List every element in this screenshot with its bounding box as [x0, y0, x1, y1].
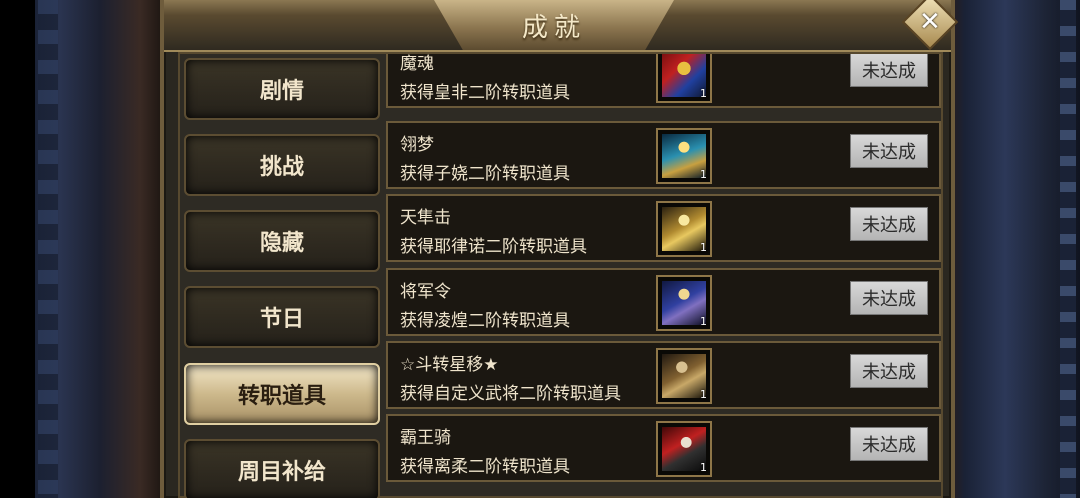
achievement-desc: 获得凌煌二阶转职道具	[400, 311, 570, 331]
achievement-desc: 获得皇非二阶转职道具	[400, 83, 570, 103]
achievement-list[interactable]: 魔魂 获得皇非二阶转职道具 1 未达成 翎梦 获得子娆二阶转职道具 1 未达成 …	[386, 54, 941, 496]
achievement-panel: 成就 ✕ 剧情 挑战 隐藏 节日 转职道具 周目补给 魔魂 获得皇非二阶转职道具…	[160, 0, 959, 498]
achievement-desc: 获得离柔二阶转职道具	[400, 457, 570, 477]
tab-festival[interactable]: 节日	[184, 286, 380, 348]
item-icon[interactable]: 1	[656, 128, 712, 184]
tab-cycle-supply[interactable]: 周目补给	[184, 439, 380, 498]
item-icon[interactable]: 1	[656, 201, 712, 257]
content-area: 剧情 挑战 隐藏 节日 转职道具 周目补给 魔魂 获得皇非二阶转职道具 1 未达…	[178, 52, 943, 498]
status-button[interactable]: 未达成	[850, 354, 928, 388]
background-right	[945, 0, 1080, 498]
achievement-name: ☆斗转星移★	[400, 355, 499, 375]
achievement-row: ☆斗转星移★ 获得自定义武将二阶转职道具 1 未达成	[386, 341, 941, 409]
tab-challenge[interactable]: 挑战	[184, 134, 380, 196]
item-quantity: 1	[700, 168, 707, 181]
item-icon[interactable]: 1	[656, 54, 712, 103]
page-title: 成就	[521, 12, 586, 43]
tab-job-items[interactable]: 转职道具	[184, 363, 380, 425]
achievement-row: 霸王骑 获得离柔二阶转职道具 1 未达成	[386, 414, 941, 482]
background-left	[0, 0, 165, 498]
achievement-name: 魔魂	[400, 54, 434, 74]
item-quantity: 1	[700, 315, 707, 328]
tab-story[interactable]: 剧情	[184, 58, 380, 120]
achievement-name: 霸王骑	[400, 428, 451, 448]
close-icon: ✕	[919, 6, 941, 37]
item-quantity: 1	[700, 241, 707, 254]
item-icon[interactable]: 1	[656, 348, 712, 404]
achievement-name: 将军令	[400, 282, 451, 302]
achievement-desc: 获得子娆二阶转职道具	[400, 164, 570, 184]
item-quantity: 1	[700, 388, 707, 401]
achievement-row: 天隼击 获得耶律诺二阶转职道具 1 未达成	[386, 194, 941, 262]
achievement-row: 将军令 获得凌煌二阶转职道具 1 未达成	[386, 268, 941, 336]
achievement-row: 翎梦 获得子娆二阶转职道具 1 未达成	[386, 121, 941, 189]
achievement-desc: 获得自定义武将二阶转职道具	[400, 384, 621, 404]
item-quantity: 1	[700, 461, 707, 474]
item-icon[interactable]: 1	[656, 275, 712, 331]
status-button[interactable]: 未达成	[850, 427, 928, 461]
achievement-name: 天隼击	[400, 208, 451, 228]
status-button[interactable]: 未达成	[850, 134, 928, 168]
tab-hidden[interactable]: 隐藏	[184, 210, 380, 272]
achievement-row: 魔魂 获得皇非二阶转职道具 1 未达成	[386, 54, 941, 108]
item-quantity: 1	[700, 87, 707, 100]
status-button[interactable]: 未达成	[850, 207, 928, 241]
status-button[interactable]: 未达成	[850, 54, 928, 87]
item-icon[interactable]: 1	[656, 421, 712, 477]
achievement-desc: 获得耶律诺二阶转职道具	[400, 237, 587, 257]
achievement-name: 翎梦	[400, 135, 434, 155]
status-button[interactable]: 未达成	[850, 281, 928, 315]
title-plate: 成就	[434, 0, 674, 50]
